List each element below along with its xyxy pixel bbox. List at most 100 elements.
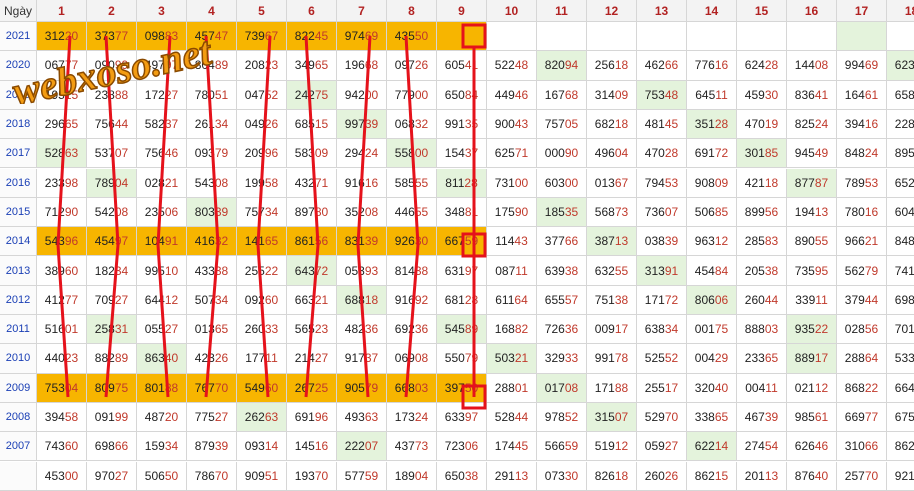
result-cell: 935 22 <box>787 315 837 345</box>
result-cell: 868 22 <box>837 373 887 403</box>
result-cell: 978 52 <box>537 402 587 433</box>
result-cell: 625 71 <box>487 139 537 169</box>
result-cell: 017 08 <box>537 373 587 403</box>
result-cell: 457 47 <box>187 22 237 52</box>
result-cell: 826 18 <box>587 461 637 491</box>
result-cell: 825 24 <box>787 109 837 140</box>
day-header: 13 <box>637 0 687 22</box>
result-cell: 562 79 <box>837 256 887 286</box>
result-cell: 756 46 <box>137 139 187 169</box>
result-cell: 801 88 <box>137 373 187 403</box>
result-cell: 274 54 <box>737 432 787 462</box>
year-label: 2015 <box>0 197 37 228</box>
result-cell: 626 46 <box>787 432 837 462</box>
result-cell: 806 06 <box>687 285 737 315</box>
result-cell: 583 09 <box>287 139 337 169</box>
result-cell: 164 61 <box>837 80 887 110</box>
result-cell: 377 66 <box>537 227 587 257</box>
result-cell: 144 08 <box>787 51 837 81</box>
result-cell: 055 27 <box>137 315 187 345</box>
result-cell: 073 30 <box>537 461 587 491</box>
result-cell: 62377 <box>887 51 914 81</box>
result-cell: 995 10 <box>137 256 187 286</box>
result-cell: 889 17 <box>787 344 837 374</box>
year-label: 2016 <box>0 168 37 198</box>
result-cell: 86200 <box>887 432 914 462</box>
result-cell: 65200 <box>887 169 914 198</box>
result-cell: 985 61 <box>787 402 837 433</box>
result-cell: 389 60 <box>37 256 87 286</box>
result-cell: 926 30 <box>387 227 437 257</box>
result-cell: 013 65 <box>187 315 237 345</box>
result-cell: 470 19 <box>737 109 787 140</box>
result-cell: 068 32 <box>387 109 437 140</box>
result-cell: 756 44 <box>87 109 137 140</box>
result-cell: 736 07 <box>637 197 687 228</box>
result-cell: 004 11 <box>737 373 787 403</box>
result-cell: 974 69 <box>337 22 387 52</box>
result-cell: 519 12 <box>587 432 637 462</box>
result-cell: 639 38 <box>537 256 587 286</box>
result-cell: 168 82 <box>487 315 537 345</box>
result-cell: 171 72 <box>637 285 687 315</box>
result-cell: 862 15 <box>687 461 737 491</box>
result-cell: 373 77 <box>87 22 137 52</box>
result-cell: 437 73 <box>387 432 437 462</box>
result-cell <box>687 22 737 52</box>
result-cell: 994 69 <box>837 51 887 81</box>
result-cell: 522 48 <box>487 51 537 81</box>
result-cell: 310 66 <box>837 432 887 462</box>
result-cell: 193 70 <box>287 461 337 491</box>
result-cell: 753 04 <box>37 373 87 403</box>
result-cell: 565 23 <box>287 315 337 345</box>
result-cell: 776 16 <box>687 51 737 81</box>
result-cell: 288 64 <box>837 344 887 374</box>
result-cell: 645 11 <box>687 80 737 110</box>
result-cell: 481 45 <box>637 109 687 140</box>
result-cell: 159 34 <box>137 432 187 462</box>
result-cell: 70100 <box>887 315 914 345</box>
result-cell: 049 26 <box>237 109 287 140</box>
result-cell: 195 15 <box>37 80 87 110</box>
result-cell: 698 66 <box>87 432 137 462</box>
result-cell: 814 38 <box>387 256 437 286</box>
day-header: 9 <box>437 0 487 22</box>
result-cell: 712 90 <box>37 197 87 228</box>
year-label: 2010 <box>0 344 37 374</box>
result-cell: 141 65 <box>237 227 287 257</box>
result-cell: 171 88 <box>587 373 637 403</box>
result-cell: 757 34 <box>237 197 287 228</box>
year-label: 2021 <box>0 22 37 52</box>
day-header: 11 <box>537 0 587 22</box>
result-cell: 087 11 <box>487 256 537 286</box>
result-cell: 205 38 <box>737 256 787 286</box>
result-cell: 394 58 <box>37 402 87 433</box>
result-cell: 038 39 <box>637 227 687 257</box>
result-cell: 991 35 <box>437 109 487 140</box>
result-cell: 650 84 <box>437 80 487 110</box>
result-cell: 528 44 <box>487 402 537 433</box>
result-cell: 214 27 <box>287 344 337 374</box>
result-cell: 446 55 <box>387 197 437 228</box>
day-header: 10 <box>487 0 537 22</box>
result-cell: 256 18 <box>587 51 637 81</box>
result-cell: 379 44 <box>837 285 887 315</box>
result-cell: 558 00 <box>387 139 437 169</box>
result-cell: 537 07 <box>87 139 137 169</box>
result-cell: 669 77 <box>837 402 887 433</box>
result-cell: 709 27 <box>87 285 137 315</box>
result-cell: 104 91 <box>137 227 187 257</box>
result-cell: 314 09 <box>587 80 637 110</box>
result-cell: 890 55 <box>787 227 837 257</box>
result-cell: 550 79 <box>437 344 487 374</box>
result-cell: 611 64 <box>487 285 537 315</box>
day-header: 12 <box>587 0 637 22</box>
result-cell: 917 37 <box>337 344 387 374</box>
result-cell: 028 56 <box>837 315 887 345</box>
result-cell: 090 99 <box>87 51 137 81</box>
result-cell: 543 96 <box>37 227 87 257</box>
result-cell: 899 56 <box>737 197 787 228</box>
result-cell: 780 16 <box>837 197 887 228</box>
result-cell: 291 13 <box>487 461 537 491</box>
result-cell: 644 12 <box>137 285 187 315</box>
